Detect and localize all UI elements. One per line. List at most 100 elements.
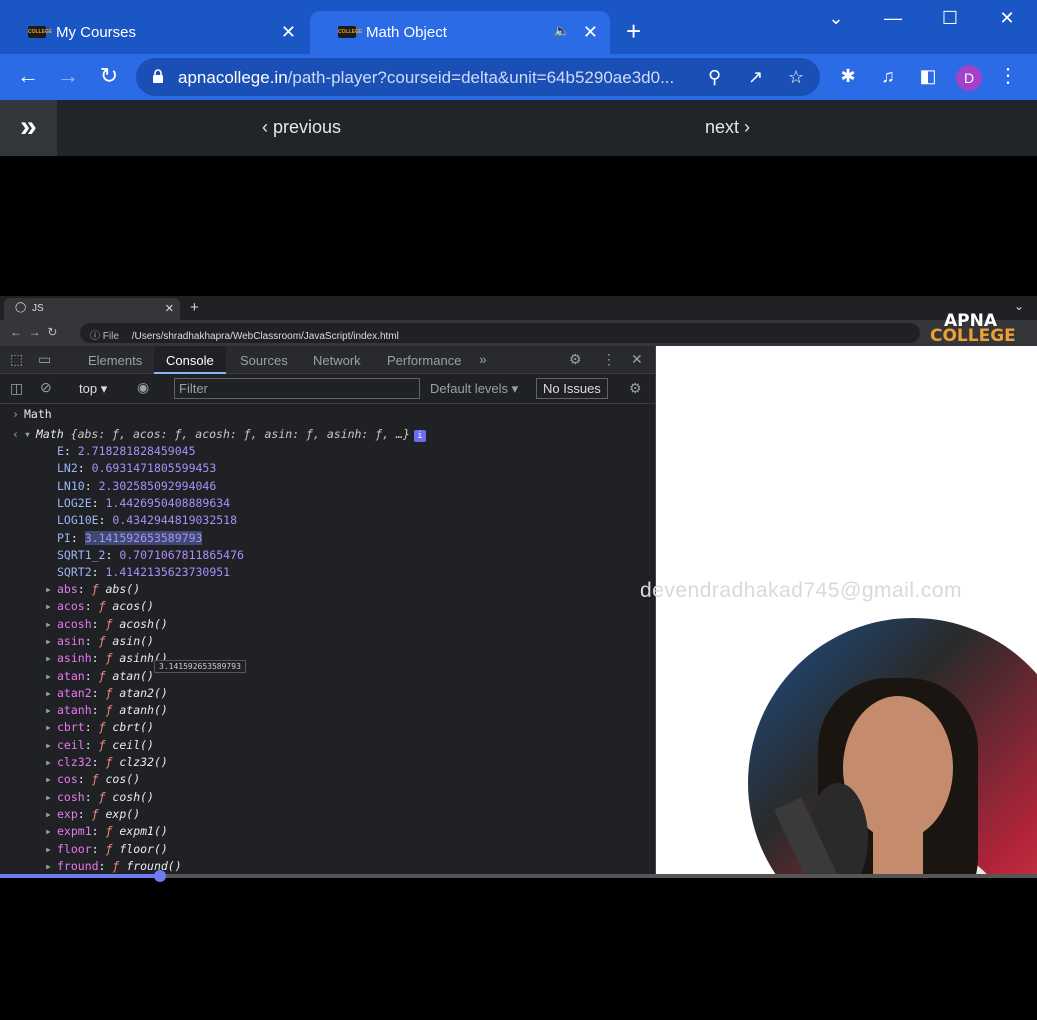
method-signature: acosh() (119, 616, 168, 631)
console-method-row: ▸ ceil: ƒ ceil() (45, 737, 154, 752)
method-signature: cbrt() (112, 720, 154, 735)
console-method-row: ▸ cos: ƒ cos() (45, 772, 141, 787)
console-method-row: ▸ clz32: ƒ clz32() (45, 755, 168, 769)
console-method-row: ▸ acosh: ƒ acosh() (45, 616, 168, 631)
property-value: 2.718281828459045 (77, 444, 196, 458)
chevron-down-icon: ⌄ (1014, 299, 1025, 313)
method-signature: clz32() (119, 755, 168, 769)
college-favicon-icon: COLLEGE (338, 26, 362, 38)
tab-performance: Performance (387, 353, 462, 368)
method-signature: floor() (119, 841, 168, 856)
address-bar[interactable]: apnacollege.in/path-player?courseid=delt… (136, 58, 820, 96)
progress-knob[interactable] (153, 870, 166, 882)
tab-my-courses[interactable]: COLLEGE My Courses ✕ (0, 11, 308, 54)
browser-tab-strip: COLLEGE My Courses ✕ COLLEGE Math Object… (0, 0, 1037, 54)
close-icon: ✕ (164, 303, 174, 315)
method-signature: atan2() (119, 685, 168, 700)
console-method-row: ▸ asin: ƒ asin() (45, 633, 154, 648)
next-button[interactable]: next › (705, 117, 750, 138)
side-panel-icon[interactable]: ◧ (914, 64, 942, 88)
value-tooltip: 3.141592653589793 (154, 660, 246, 673)
property-key: SQRT2 (57, 565, 92, 580)
lesson-video[interactable]: ◯ JS ✕ + ⌄ ← → ↻ ⓘ File /Users/shradhakh… (0, 296, 1037, 878)
property-key: LOG2E (57, 495, 92, 510)
chevron-down-icon[interactable]: ⌄ (821, 8, 851, 29)
more-tabs-icon: » (479, 351, 487, 367)
property-value: 1.4426950408889634 (105, 495, 231, 510)
property-value: 2.302585092994046 (98, 478, 217, 493)
console-method-row: ▸ floor: ƒ floor() (45, 841, 168, 856)
console-method-row: ▸ atanh: ƒ atanh() (45, 703, 168, 718)
expand-triangle-icon: ▸ (45, 841, 52, 856)
expand-triangle-icon: ▸ (45, 703, 52, 718)
expand-triangle-icon: ▸ (45, 755, 52, 769)
method-key: cbrt (57, 720, 85, 735)
expand-triangle-icon: ▸ (45, 616, 52, 631)
console-method-row: ▸ acos: ƒ acos() (45, 599, 154, 614)
video-url-text: /Users/shradhakhapra/WebClassroom/JavaSc… (131, 331, 399, 342)
info-icon: ⓘ File (90, 331, 119, 342)
console-property-row: SQRT1_2: 0.7071067811865476 (57, 547, 244, 562)
forward-arrow-icon[interactable]: → (54, 64, 82, 88)
new-tab-button[interactable]: + (626, 18, 641, 44)
tab-sources: Sources (240, 353, 288, 368)
context-selector: top ▾ (79, 381, 108, 396)
globe-icon: ◯ (15, 302, 27, 313)
console-property-row: PI: 3.141592653589793 (57, 530, 203, 545)
console-output: › Math ‹ ▾ Math {abs: ƒ, acos: ƒ, acosh: ƒ,… (0, 404, 655, 878)
method-key: floor (57, 841, 92, 856)
window-close-icon[interactable]: ✕ (992, 8, 1022, 29)
property-key: LN10 (57, 478, 85, 493)
method-key: clz32 (57, 755, 92, 769)
lock-icon (153, 69, 163, 83)
video-browser-tabbar: ◯ JS ✕ + ⌄ (0, 296, 1037, 320)
method-key: acos (57, 599, 85, 614)
share-icon[interactable]: ↗ (748, 67, 763, 88)
property-key: E (57, 444, 64, 458)
expand-triangle-icon: ▸ (45, 858, 52, 873)
previous-button[interactable]: ‹ previous (262, 117, 341, 138)
video-browser-url: ⓘ File /Users/shradhakhapra/WebClassroom… (80, 323, 920, 343)
property-key: LN2 (57, 461, 78, 476)
console-property-row: LOG10E: 0.4342944819032518 (57, 513, 238, 528)
maximize-icon[interactable]: ☐ (935, 8, 965, 29)
presenter-image (774, 678, 991, 878)
method-signature: expm1() (119, 824, 168, 839)
method-signature: abs() (105, 582, 141, 596)
close-icon[interactable]: ✕ (583, 22, 598, 43)
expand-triangle-icon: ▸ (45, 720, 52, 735)
menu-icon[interactable]: ⋮ (994, 64, 1022, 88)
property-value: 0.4342944819032518 (112, 513, 238, 528)
key-icon[interactable]: ⚲ (708, 67, 721, 88)
tab-elements: Elements (88, 353, 143, 368)
console-input-line: › Math (12, 407, 52, 421)
console-filterbar: ◫ ⊘ top ▾ ◉ Filter Default levels ▾ No I… (0, 374, 655, 404)
kebab-menu-icon: ⋮ (602, 351, 616, 367)
expand-triangle-icon: ▸ (45, 668, 52, 683)
property-key: PI (57, 530, 71, 545)
minimize-icon[interactable]: — (878, 8, 908, 29)
prompt-chevron-icon: › (12, 407, 19, 421)
console-method-row: ▸ exp: ƒ exp() (45, 806, 141, 821)
back-arrow-icon[interactable]: ← (14, 64, 42, 88)
avatar[interactable]: D (956, 65, 982, 91)
console-method-row: ▸ abs: ƒ abs() (45, 582, 141, 596)
media-control-icon[interactable]: ♫ (874, 64, 902, 88)
tab-math-object[interactable]: COLLEGE Math Object 🔈 ✕ (310, 11, 610, 54)
eye-icon: ◉ (137, 379, 150, 395)
method-key: cosh (57, 789, 85, 804)
console-method-row: ▸ expm1: ƒ expm1() (45, 824, 168, 839)
property-key: LOG10E (57, 513, 99, 528)
speaker-icon[interactable]: 🔈 (554, 23, 570, 39)
tab-title: Math Object (366, 24, 447, 41)
extensions-icon[interactable]: ✱ (834, 64, 862, 88)
star-icon[interactable]: ☆ (788, 67, 804, 88)
sidebar-toggle-button[interactable]: » (0, 100, 57, 156)
email-watermark: devendradhakad745@gmail.com (640, 579, 963, 602)
expand-triangle-icon: ▸ (45, 824, 52, 839)
expand-triangle-icon: ▾ (24, 427, 31, 441)
method-signature: acos() (112, 599, 154, 614)
reload-icon[interactable]: ↻ (95, 64, 123, 88)
video-progress-bar[interactable] (0, 870, 1037, 882)
close-icon[interactable]: ✕ (281, 22, 296, 43)
